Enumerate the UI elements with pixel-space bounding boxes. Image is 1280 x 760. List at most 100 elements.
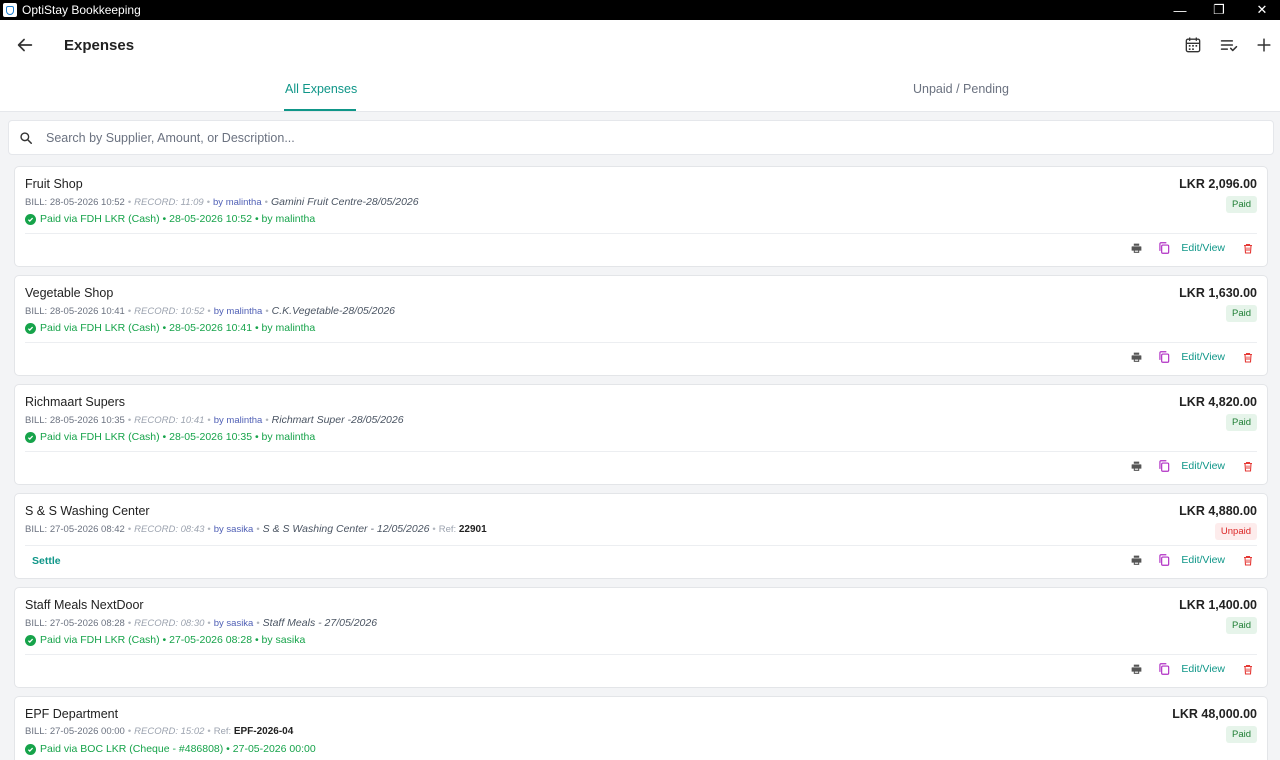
active-tab-indicator (284, 109, 356, 111)
copy-icon[interactable] (1157, 350, 1171, 364)
expense-meta: BILL: 28-05-2026 10:52 • RECORD: 11:09 • by … (25, 196, 419, 208)
print-icon[interactable] (1129, 350, 1143, 364)
payment-text: Paid via FDH LKR (Cash) • 28-05-2026 10:… (40, 213, 316, 225)
edit-view-button[interactable]: Edit/View (1181, 242, 1225, 254)
delete-icon[interactable] (1241, 241, 1255, 255)
calendar-icon[interactable] (1183, 35, 1203, 55)
card-actions: Edit/View (1115, 459, 1255, 473)
edit-view-button[interactable]: Edit/View (1181, 460, 1225, 472)
expense-description: Richmart Super -28/05/2026 (271, 414, 404, 426)
ref-label: Ref: (438, 524, 457, 535)
expense-meta: BILL: 27-05-2026 08:28 • RECORD: 08:30 • by … (25, 617, 378, 629)
payment-info: Paid via FDH LKR (Cash) • 28-05-2026 10:… (25, 431, 315, 443)
delete-icon[interactable] (1241, 553, 1255, 567)
record-time: RECORD: 08:30 (134, 618, 205, 629)
created-by: by malintha (213, 306, 263, 317)
expense-meta: BILL: 28-05-2026 10:35 • RECORD: 10:41 • by … (25, 414, 404, 426)
delete-icon[interactable] (1241, 459, 1255, 473)
bill-datetime: BILL: 28-05-2026 10:41 (25, 306, 125, 317)
bill-datetime: BILL: 28-05-2026 10:52 (25, 197, 125, 208)
minimize-button[interactable]: — (1162, 0, 1198, 20)
app-logo-icon (3, 3, 17, 17)
payment-text: Paid via BOC LKR (Cheque - #486808) • 27… (40, 743, 316, 755)
expense-card: Richmaart Supers BILL: 28-05-2026 10:35 •… (14, 384, 1268, 485)
tab-all-expenses[interactable]: All Expenses (285, 82, 357, 96)
ref-label: Ref: (213, 726, 232, 737)
ref-value: EPF-2026-04 (233, 726, 294, 737)
search-input[interactable] (46, 129, 1246, 147)
maximize-button[interactable]: ❐ (1201, 0, 1237, 20)
add-icon[interactable] (1254, 35, 1274, 55)
record-time: RECORD: 08:43 (134, 524, 205, 535)
expense-description: S & S Washing Center - 12/05/2026 (262, 523, 430, 535)
print-icon[interactable] (1129, 241, 1143, 255)
expense-description: Staff Meals - 27/05/2026 (262, 617, 378, 629)
edit-view-button[interactable]: Edit/View (1181, 554, 1225, 566)
expense-meta: BILL: 27-05-2026 00:00 • RECORD: 15:02 • Ref… (25, 726, 294, 737)
created-by: by malintha (213, 197, 262, 208)
expense-amount: LKR 1,630.00 (1179, 286, 1257, 300)
check-circle-icon (25, 431, 36, 443)
expense-amount: LKR 48,000.00 (1172, 707, 1257, 721)
status-badge: Paid (1225, 617, 1257, 634)
expense-amount: LKR 2,096.00 (1179, 177, 1257, 191)
card-divider (25, 545, 1257, 546)
ref-value: 22901 (458, 524, 487, 535)
record-time: RECORD: 11:09 (134, 197, 204, 208)
record-time: RECORD: 15:02 (134, 726, 205, 737)
card-divider (25, 342, 1257, 343)
copy-icon[interactable] (1157, 553, 1171, 567)
status-badge: Paid (1225, 414, 1257, 431)
checklist-filter-icon[interactable] (1219, 35, 1239, 55)
supplier-name: Richmaart Supers (25, 395, 126, 409)
copy-icon[interactable] (1157, 662, 1171, 676)
settle-button[interactable]: Settle (32, 555, 61, 567)
check-circle-icon (25, 322, 36, 334)
payment-info: Paid via FDH LKR (Cash) • 28-05-2026 10:… (25, 213, 315, 225)
expense-card: Vegetable Shop BILL: 28-05-2026 10:41 • RE… (14, 275, 1268, 376)
card-divider (25, 233, 1257, 234)
supplier-name: S & S Washing Center (25, 504, 150, 518)
payment-info: Paid via FDH LKR (Cash) • 28-05-2026 10:… (25, 322, 315, 334)
expense-amount: LKR 1,400.00 (1179, 598, 1257, 612)
supplier-name: Staff Meals NextDoor (25, 598, 144, 612)
delete-icon[interactable] (1241, 662, 1255, 676)
supplier-name: Fruit Shop (25, 177, 83, 191)
card-actions: Edit/View (1115, 241, 1255, 255)
supplier-name: EPF Department (25, 707, 119, 721)
window-title: OptiStay Bookkeeping (22, 3, 141, 17)
print-icon[interactable] (1129, 553, 1143, 567)
card-actions: Edit/View (1115, 553, 1255, 567)
expense-amount: LKR 4,880.00 (1179, 504, 1257, 518)
back-arrow-icon[interactable] (14, 34, 36, 56)
card-actions: Edit/View (1115, 350, 1255, 364)
close-button[interactable]: ✕ (1244, 0, 1280, 20)
bill-datetime: BILL: 28-05-2026 10:35 (25, 415, 125, 426)
status-badge: Paid (1225, 196, 1257, 213)
print-icon[interactable] (1129, 662, 1143, 676)
expense-card: Staff Meals NextDoor BILL: 27-05-2026 08… (14, 587, 1268, 688)
supplier-name: Vegetable Shop (25, 286, 114, 300)
copy-icon[interactable] (1157, 459, 1171, 473)
tab-bar: All Expenses Unpaid / Pending (0, 72, 1280, 112)
expense-meta: BILL: 27-05-2026 08:42 • RECORD: 08:43 • by … (25, 523, 487, 535)
card-actions: Edit/View (1115, 662, 1255, 676)
payment-text: Paid via FDH LKR (Cash) • 27-05-2026 08:… (40, 634, 306, 646)
expense-card: EPF Department BILL: 27-05-2026 00:00 • RE… (14, 696, 1268, 760)
edit-view-button[interactable]: Edit/View (1181, 663, 1225, 675)
status-badge: Paid (1225, 726, 1257, 743)
status-badge: Paid (1225, 305, 1257, 322)
record-time: RECORD: 10:52 (134, 306, 205, 317)
print-icon[interactable] (1129, 459, 1143, 473)
delete-icon[interactable] (1241, 350, 1255, 364)
payment-info: Paid via BOC LKR (Cheque - #486808) • 27… (25, 743, 316, 755)
tab-unpaid-pending[interactable]: Unpaid / Pending (913, 82, 1009, 96)
copy-icon[interactable] (1157, 241, 1171, 255)
edit-view-button[interactable]: Edit/View (1181, 351, 1225, 363)
page-title: Expenses (64, 37, 135, 54)
payment-text: Paid via FDH LKR (Cash) • 28-05-2026 10:… (40, 322, 316, 334)
check-circle-icon (25, 634, 36, 646)
search-bar (8, 120, 1274, 155)
bill-datetime: BILL: 27-05-2026 08:28 (25, 618, 125, 629)
created-by: by sasika (213, 524, 254, 535)
